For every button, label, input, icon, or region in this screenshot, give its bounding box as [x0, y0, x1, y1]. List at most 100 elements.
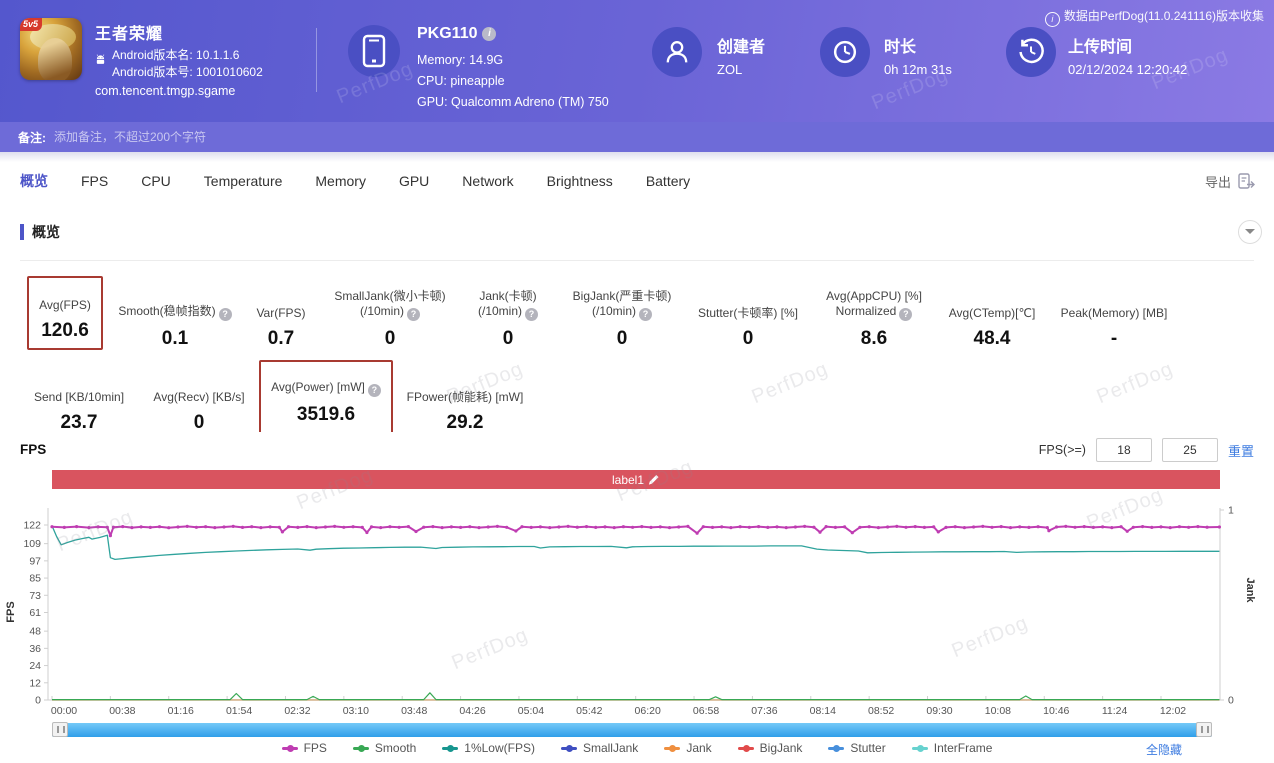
tab-memory[interactable]: Memory: [315, 173, 366, 189]
svg-text:01:54: 01:54: [226, 705, 252, 717]
info-icon: i: [1044, 12, 1060, 27]
metric-avg-appcpu-value: 8.6: [860, 328, 888, 349]
tab-battery[interactable]: Battery: [646, 173, 690, 189]
svg-text:122: 122: [23, 520, 41, 532]
legend-item-stutter[interactable]: Stutter: [828, 741, 886, 755]
metric-avg-appcpu: Avg(AppCPU) [%] Normalized? 8.6: [815, 289, 933, 350]
legend-item-smooth[interactable]: Smooth: [352, 741, 416, 755]
legend-item-interframe[interactable]: InterFrame: [911, 741, 992, 755]
tab-cpu[interactable]: CPU: [141, 173, 171, 189]
help-icon[interactable]: ?: [525, 308, 538, 321]
help-icon[interactable]: ?: [218, 308, 232, 321]
note-bar: 备注:: [0, 122, 1274, 152]
metric-avg-fps: Avg(FPS) 120.6: [15, 276, 115, 350]
svg-text:12: 12: [29, 677, 41, 689]
tab-brightness[interactable]: Brightness: [547, 173, 613, 189]
metric-avg-recv-value: 0: [193, 412, 205, 433]
tab-gpu[interactable]: GPU: [399, 173, 429, 189]
help-icon[interactable]: ?: [899, 308, 913, 321]
chevron-down-icon: [1245, 229, 1255, 234]
upload-value: 02/12/2024 12:20:42: [1068, 62, 1188, 77]
fps-section-title: FPS: [20, 442, 47, 457]
fps-section: FPS FPS(>=) 重置 label1 0 12 24 36 48 61 73 85 97 1…: [0, 432, 1274, 763]
svg-text:12:02: 12:02: [1160, 705, 1186, 717]
svg-text:FPS: FPS: [5, 601, 17, 622]
overview-title: 概览: [20, 224, 60, 240]
help-icon[interactable]: ?: [639, 308, 652, 321]
range-handle-right[interactable]: [1196, 722, 1212, 737]
android-version-code: Android版本号: 1001010602: [112, 65, 263, 79]
legend-item-bigjank[interactable]: BigJank: [737, 741, 802, 755]
phone-icon: [362, 34, 386, 68]
svg-text:01:16: 01:16: [168, 705, 194, 717]
svg-text:36: 36: [29, 643, 41, 655]
svg-text:07:36: 07:36: [751, 705, 777, 717]
legend-marker: [281, 744, 298, 752]
hide-all-link[interactable]: 全隐藏: [1146, 741, 1182, 758]
help-icon[interactable]: ?: [407, 308, 420, 321]
metric-fpower-value: 29.2: [446, 412, 484, 433]
overview-section: 概览 Avg(FPS) 120.6 Smooth(稳帧指数)? 0.1 Var(FPS)…: [0, 210, 1274, 434]
device-cpu: CPU: pineapple: [417, 74, 505, 88]
legend-item-1-low-fps-[interactable]: 1%Low(FPS): [442, 741, 535, 755]
svg-text:09:30: 09:30: [926, 705, 952, 717]
export-label: 导出: [1204, 174, 1231, 190]
tab-bar: 概览 FPS CPU Temperature Memory GPU Network Brigh…: [0, 152, 1274, 211]
upload-circle: [1006, 27, 1056, 77]
reset-button[interactable]: 重置: [1228, 441, 1254, 460]
range-handle-left[interactable]: [52, 722, 68, 737]
game-app-icon: 5v5: [20, 18, 82, 80]
fps-threshold-label: FPS(>=): [1038, 443, 1086, 457]
chart-legend: FPS Smooth 1%Low(FPS) SmallJank Jank BigJank S…: [0, 741, 1274, 755]
metric-stutter-value: 0: [742, 328, 754, 349]
note-label: 备注:: [18, 130, 46, 145]
fps-threshold-input-low[interactable]: [1095, 438, 1152, 462]
svg-text:00:38: 00:38: [109, 705, 135, 717]
svg-text:03:48: 03:48: [401, 705, 427, 717]
tab-network[interactable]: Network: [462, 173, 513, 189]
metric-smooth-value: 0.1: [161, 328, 189, 349]
game-icon-art: [38, 38, 72, 80]
svg-text:00:00: 00:00: [51, 705, 77, 717]
game-title: 王者荣耀: [95, 26, 164, 43]
device-info-icon[interactable]: i: [482, 27, 497, 41]
export-icon: [1238, 173, 1255, 189]
metric-smalljank-value: 0: [384, 328, 396, 349]
svg-text:97: 97: [29, 555, 41, 567]
metric-jank: Jank(卡顿) (/10min)? 0: [453, 289, 563, 350]
clock-icon: [833, 40, 857, 64]
fps-chart[interactable]: 0 12 24 36 48 61 73 85 97 109 122 0 1 00:00 00:38 01:16…: [0, 490, 1274, 722]
svg-text:05:04: 05:04: [518, 705, 544, 717]
metric-fpower: FPower(帧能耗) [mW] 29.2: [397, 373, 533, 434]
svg-text:61: 61: [29, 607, 41, 619]
edit-pencil-icon: [648, 474, 659, 485]
series-1-low-fps-: [51, 525, 1220, 561]
help-icon[interactable]: ?: [367, 384, 381, 397]
svg-text:10:46: 10:46: [1043, 705, 1069, 717]
package-name: com.tencent.tmgp.sgame: [95, 84, 236, 98]
metric-send-value: 23.7: [60, 412, 98, 433]
export-button[interactable]: 导出: [1205, 152, 1256, 210]
android-icon: [96, 54, 105, 64]
tab-overview[interactable]: 概览: [20, 171, 48, 191]
divider: [20, 260, 1254, 261]
collect-version-info: i 数据由PerfDog(11.0.241116)版本收集: [1044, 7, 1264, 27]
metric-avg-recv: Avg(Recv) [KB/s] 0: [143, 373, 255, 434]
duration-circle: [820, 27, 870, 77]
legend-item-smalljank[interactable]: SmallJank: [560, 741, 638, 755]
chart-range-scrollbar[interactable]: [52, 722, 1212, 737]
legend-item-jank[interactable]: Jank: [664, 741, 712, 755]
metric-avg-power: Avg(Power) [mW]? 3519.6: [255, 360, 397, 434]
creator-circle: [652, 27, 702, 77]
tab-temperature[interactable]: Temperature: [204, 173, 283, 189]
svg-text:08:14: 08:14: [810, 705, 836, 717]
legend-marker: [664, 744, 681, 752]
metric-smooth: Smooth(稳帧指数)? 0.1: [115, 289, 235, 350]
tab-fps[interactable]: FPS: [81, 173, 108, 189]
fps-threshold-input-high[interactable]: [1161, 438, 1218, 462]
legend-item-fps[interactable]: FPS: [281, 741, 327, 755]
chart-label-bar[interactable]: label1: [52, 470, 1220, 489]
note-input[interactable]: [52, 129, 656, 145]
collapse-overview-button[interactable]: [1238, 220, 1262, 244]
metric-send: Send [KB/10min] 23.7: [15, 373, 143, 434]
